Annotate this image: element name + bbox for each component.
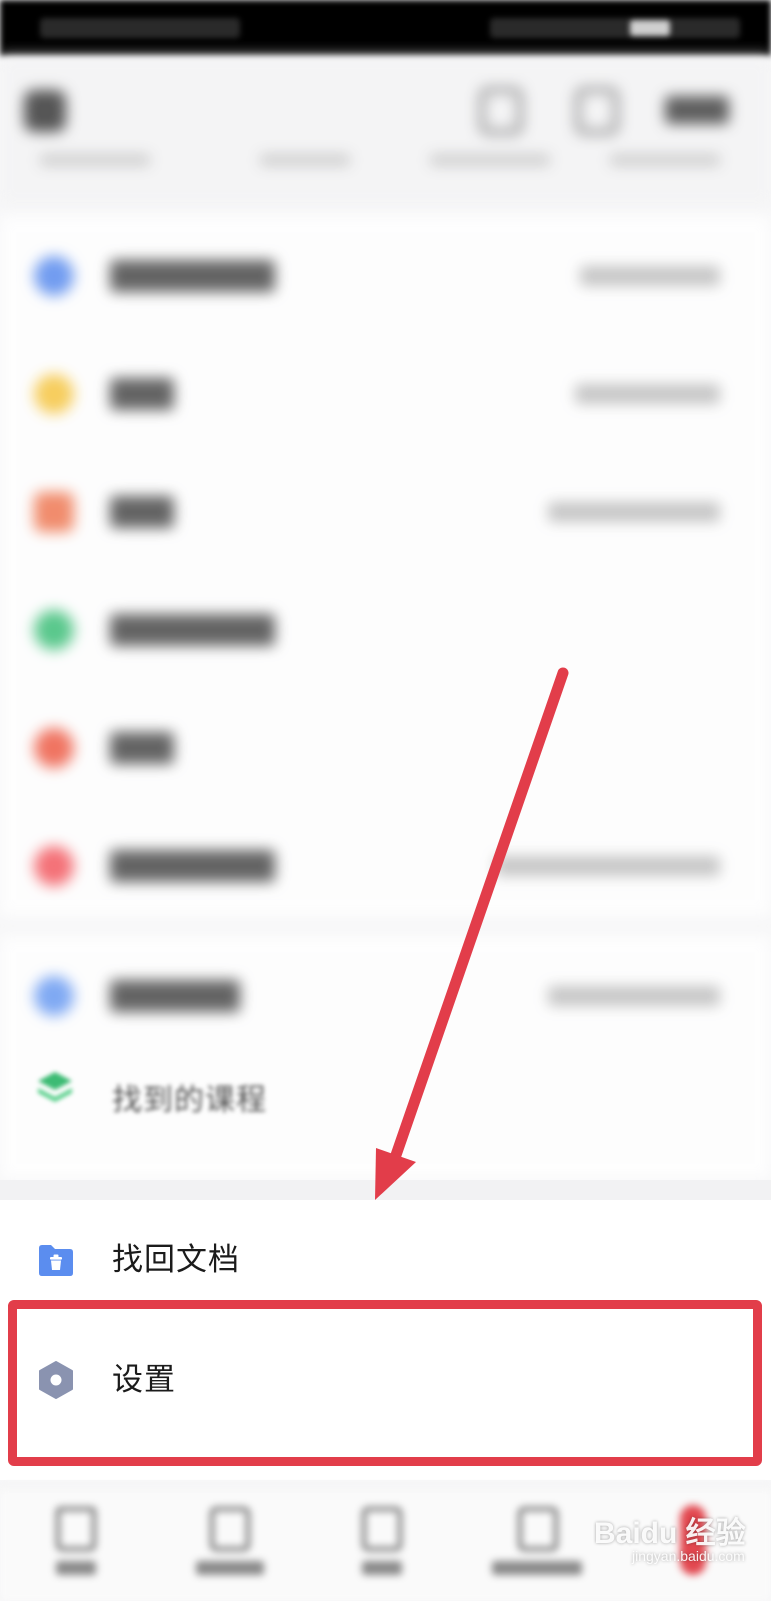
carrier-info bbox=[40, 18, 240, 38]
list-item-label bbox=[110, 732, 174, 764]
list-item-label bbox=[110, 980, 240, 1012]
template-icon bbox=[34, 492, 74, 532]
folder-trash-icon bbox=[39, 1245, 73, 1276]
nav-home-icon[interactable] bbox=[56, 1507, 96, 1551]
list-item[interactable] bbox=[0, 570, 771, 688]
course-label: 找到的课程 bbox=[112, 1083, 267, 1118]
toolbar-icon[interactable] bbox=[576, 88, 618, 134]
battery-icon bbox=[630, 20, 670, 36]
nav-label bbox=[362, 1561, 402, 1575]
enterprise-icon bbox=[34, 976, 74, 1016]
list-item-label bbox=[110, 850, 275, 882]
list-item[interactable] bbox=[0, 806, 771, 924]
list-item-value bbox=[548, 986, 720, 1006]
watermark-logo: Baidu 经验 bbox=[594, 1517, 746, 1550]
layers-icon bbox=[38, 1072, 72, 1102]
watermark-url: jingyan.baidu.com bbox=[632, 1548, 745, 1564]
list-item-label bbox=[110, 614, 275, 646]
nav-docs-icon[interactable] bbox=[210, 1507, 250, 1551]
nav-apps-icon[interactable] bbox=[362, 1507, 402, 1551]
list-item[interactable] bbox=[0, 452, 771, 570]
list-item-label bbox=[110, 260, 275, 292]
top-bar bbox=[0, 56, 771, 206]
menu-item-label: 找回文档 bbox=[112, 1242, 240, 1278]
list-item-value bbox=[495, 856, 720, 876]
list-item[interactable] bbox=[0, 688, 771, 806]
nav-label bbox=[56, 1561, 96, 1575]
stat-item bbox=[610, 154, 720, 166]
nav-share-icon[interactable] bbox=[518, 1507, 558, 1551]
security-icon bbox=[34, 610, 74, 650]
list-item-value bbox=[548, 502, 720, 522]
office-icon bbox=[34, 846, 74, 886]
stat-item bbox=[40, 154, 150, 166]
blurred-content bbox=[0, 56, 771, 1180]
status-icons bbox=[490, 18, 740, 38]
list-item[interactable] bbox=[0, 216, 771, 334]
section-divider bbox=[0, 1180, 771, 1200]
toolbar-text-button[interactable] bbox=[665, 96, 729, 124]
list-item-value bbox=[575, 384, 720, 404]
list-item-value bbox=[580, 266, 720, 286]
skin-icon bbox=[34, 728, 74, 768]
status-bar bbox=[0, 0, 771, 56]
nav-label bbox=[196, 1561, 264, 1575]
cloud-icon bbox=[34, 256, 74, 296]
stat-item bbox=[260, 154, 350, 166]
nav-label bbox=[492, 1561, 582, 1575]
highlight-box bbox=[8, 1300, 762, 1466]
toolbar-icon[interactable] bbox=[480, 88, 522, 134]
list-item-label bbox=[110, 378, 174, 410]
stat-item bbox=[430, 154, 550, 166]
list-item[interactable] bbox=[0, 334, 771, 452]
vip-icon bbox=[34, 374, 74, 414]
avatar[interactable] bbox=[24, 90, 66, 132]
list-item-label bbox=[110, 496, 174, 528]
list-item[interactable] bbox=[0, 936, 771, 1054]
